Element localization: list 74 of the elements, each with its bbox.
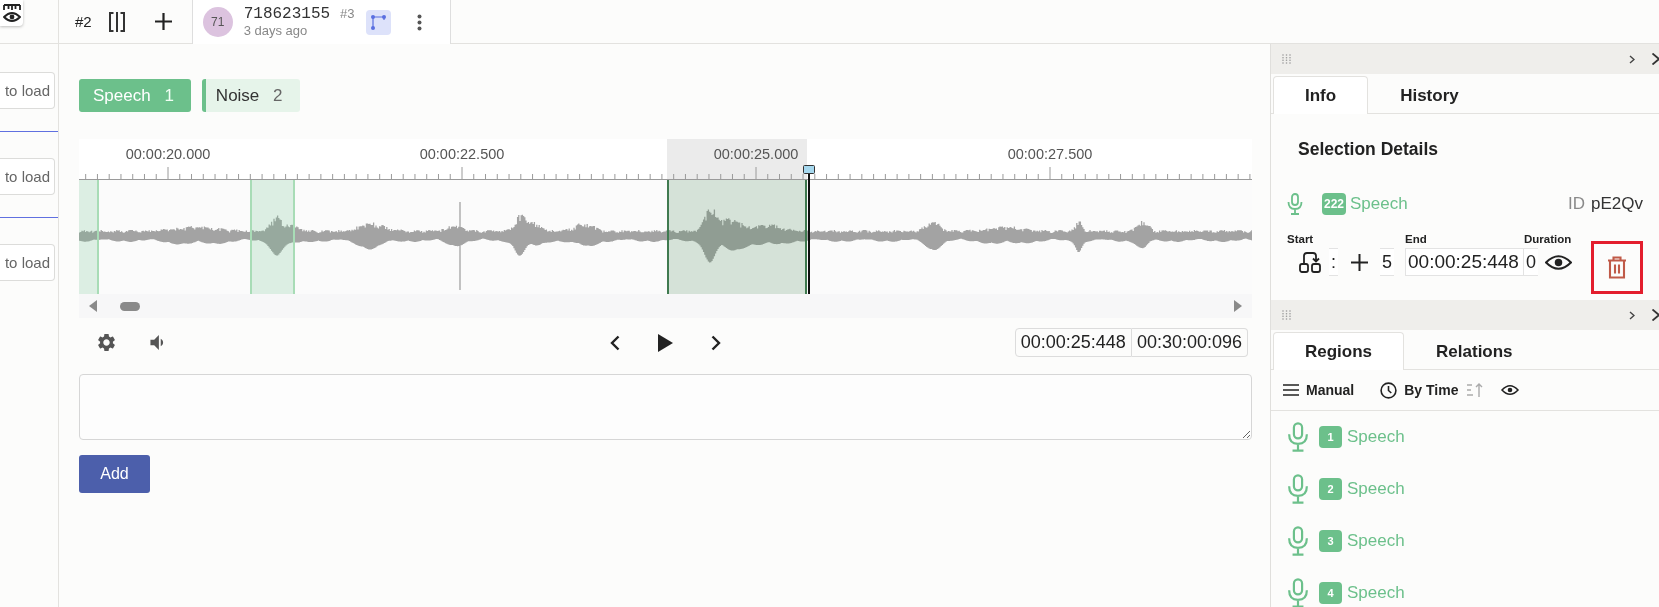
annotation-id: 718623155 <box>243 5 331 23</box>
drag-handle-icon[interactable] <box>1282 310 1291 320</box>
trash-icon <box>1607 256 1627 279</box>
microphone-icon <box>1287 578 1309 607</box>
timeline-label: 00:00:20.000 <box>125 146 211 162</box>
id-label: ID <box>1568 194 1585 214</box>
region-number-badge: 2 <box>1319 478 1342 500</box>
eye-icon[interactable] <box>1501 384 1520 396</box>
order-button[interactable]: Manual <box>1283 382 1355 398</box>
panel-tab[interactable]: Regions <box>1273 332 1405 370</box>
chevron-right-icon[interactable] <box>711 334 721 351</box>
region-id: pE2Qv <box>1591 194 1643 214</box>
time-field[interactable]: : <box>1329 248 1338 276</box>
panel-tab[interactable]: Relations <box>1404 332 1545 370</box>
label-button[interactable]: Noise 2 <box>201 79 300 112</box>
microphone-icon <box>1287 193 1303 215</box>
panel-tab[interactable]: History <box>1368 76 1491 114</box>
text-input[interactable] <box>79 374 1252 440</box>
field-label: End <box>1405 232 1428 246</box>
end-time-field[interactable]: 00:00:25:448 <box>1405 248 1524 276</box>
region-number-badge: 222 <box>1322 193 1346 215</box>
duration-field[interactable]: 0 <box>1524 248 1538 276</box>
microphone-icon <box>1287 526 1309 556</box>
current-time-display: 00:00:25:448 <box>1014 328 1132 357</box>
scrollbar-thumb[interactable] <box>120 301 140 311</box>
kebab-menu-icon[interactable] <box>416 13 422 31</box>
scroll-left-icon[interactable] <box>89 300 97 312</box>
close-icon[interactable] <box>1652 53 1659 65</box>
clock-icon <box>1380 381 1398 399</box>
plus-icon[interactable] <box>154 13 172 30</box>
ruler-eye-icon[interactable] <box>0 0 23 26</box>
annotation-tab[interactable]: 71 718623155 #3 3 days ago <box>191 0 451 44</box>
close-icon[interactable] <box>1652 309 1659 321</box>
nodes-icon[interactable] <box>365 9 391 35</box>
annotation-date: 3 days ago <box>243 23 309 39</box>
annotation-tab[interactable]: #2 <box>70 6 97 37</box>
panel-tab[interactable]: Info <box>1273 76 1369 114</box>
play-icon[interactable] <box>658 333 673 352</box>
region-number-badge: 3 <box>1319 530 1342 552</box>
chevron-left-icon[interactable] <box>610 334 620 351</box>
sort-button[interactable]: By Time <box>1380 381 1459 399</box>
chevron-right-icon[interactable] <box>1629 54 1635 64</box>
total-time-display: 00:30:00:096 <box>1131 328 1248 357</box>
volume-icon[interactable] <box>150 335 164 350</box>
task-card[interactable]: to load <box>0 244 55 281</box>
delete-button[interactable] <box>1591 241 1643 294</box>
chevron-right-icon[interactable] <box>1629 310 1635 320</box>
task-card[interactable]: to load <box>0 72 55 109</box>
split-view-icon[interactable] <box>108 11 125 32</box>
microphone-icon <box>1287 422 1309 452</box>
playhead[interactable] <box>803 165 815 294</box>
timeline-label: 00:00:27.500 <box>1007 146 1093 162</box>
plus-icon[interactable] <box>1351 253 1368 271</box>
region-label: Speech <box>1350 194 1408 214</box>
avatar: 71 <box>202 7 233 37</box>
region-highlight[interactable] <box>667 139 807 294</box>
field-label: Duration <box>1524 232 1573 246</box>
timeline-label: 00:00:22.500 <box>419 146 505 162</box>
field-label: Start <box>1287 232 1315 246</box>
time-field[interactable]: 5 <box>1380 248 1395 276</box>
annotation-number: #3 <box>340 6 355 21</box>
section-heading: Selection Details <box>1298 140 1440 159</box>
two-squares-arrow-icon[interactable] <box>1299 251 1321 273</box>
menu-icon <box>1283 384 1299 396</box>
microphone-icon <box>1287 474 1309 504</box>
add-button[interactable]: Add <box>79 455 150 493</box>
region-number-badge: 1 <box>1319 426 1342 448</box>
settings-icon[interactable] <box>98 334 115 351</box>
region-number-badge: 4 <box>1319 582 1342 604</box>
task-card[interactable]: to load <box>0 158 55 195</box>
timeline-label: 00:00:25.000 <box>713 146 799 162</box>
scroll-right-icon[interactable] <box>1234 300 1242 312</box>
drag-handle-icon[interactable] <box>1282 54 1291 64</box>
eye-icon[interactable] <box>1545 253 1572 271</box>
